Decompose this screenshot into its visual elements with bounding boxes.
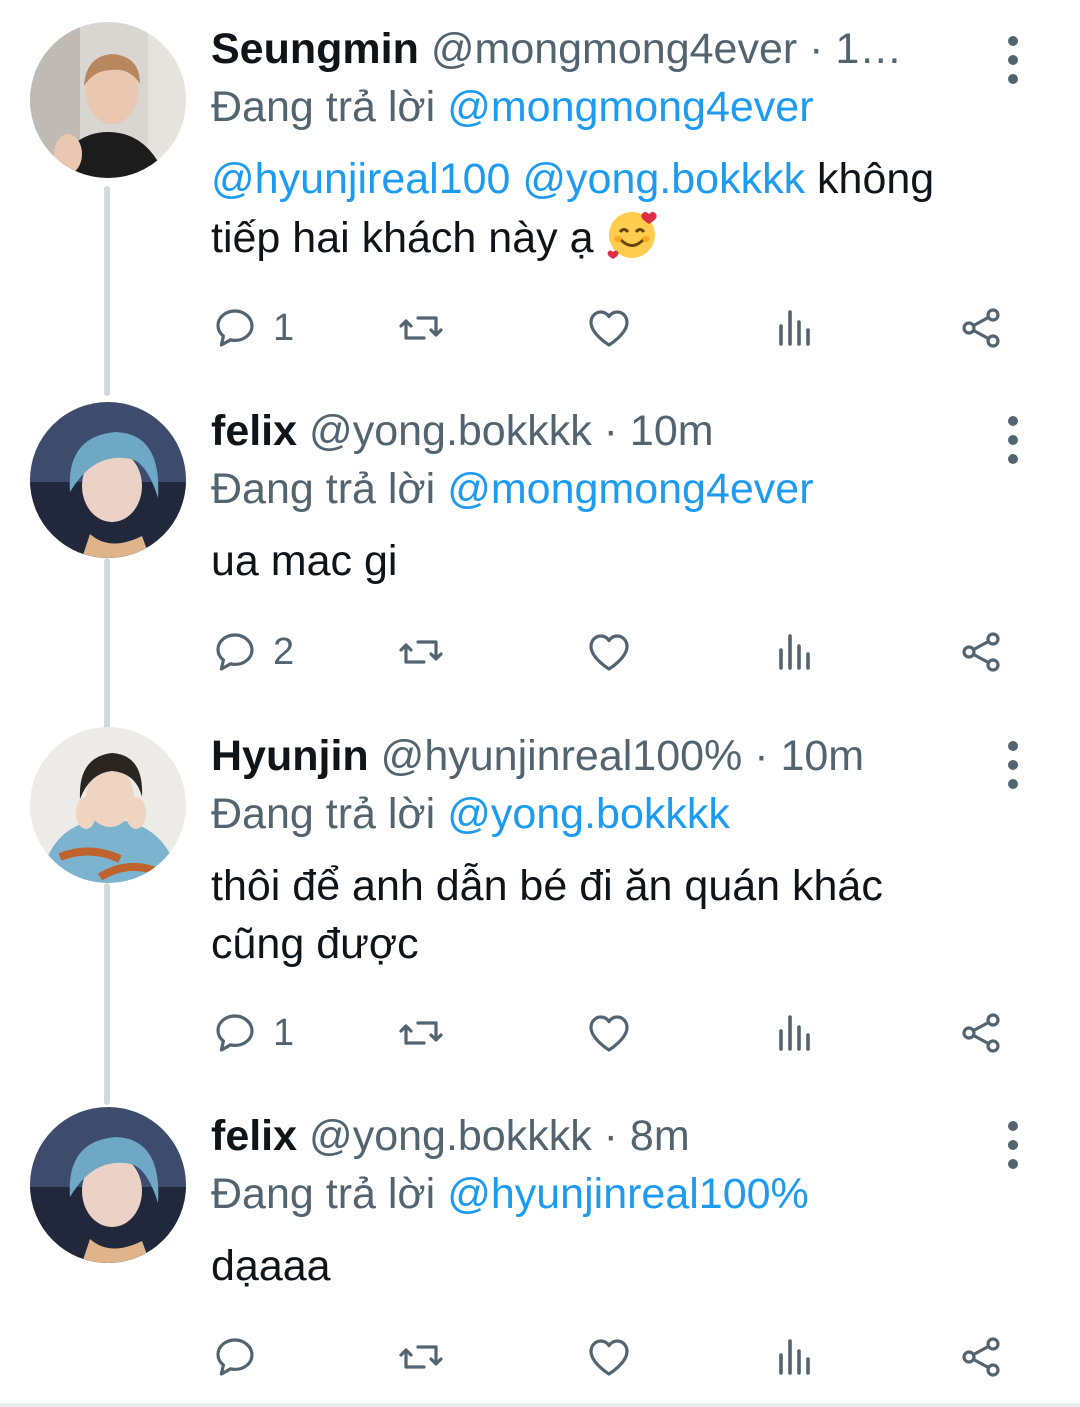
reply-count: 1 — [273, 1011, 295, 1054]
tweet-header: felix @yong.bokkkk · 8m — [211, 1107, 1010, 1165]
like-button[interactable] — [585, 628, 633, 676]
thread-line — [104, 883, 110, 1105]
tweet-content: felix @yong.bokkkk · 8m Đang trả lời @hy… — [211, 1107, 1010, 1295]
analytics-icon — [779, 634, 810, 670]
share-button[interactable] — [957, 628, 1005, 676]
share-icon — [962, 632, 1000, 672]
reply-button[interactable]: 1 — [211, 304, 294, 352]
display-name[interactable]: felix — [211, 407, 297, 456]
reply-to-mention[interactable]: @yong.bokkkk — [447, 790, 730, 839]
tweet-text: @hyunjireal100 @yong.bokkkk không tiếp h… — [211, 150, 1010, 267]
like-button[interactable] — [585, 304, 633, 352]
views-button[interactable] — [771, 1009, 819, 1057]
mention-link[interactable]: @hyunjireal100 — [211, 155, 510, 203]
analytics-icon — [779, 1339, 810, 1375]
reply-button[interactable] — [211, 1333, 259, 1381]
retweet-icon — [399, 1345, 443, 1369]
retweet-button[interactable] — [397, 304, 445, 352]
avatar[interactable] — [30, 22, 186, 178]
reply-prefix: Đang trả lời — [211, 789, 436, 838]
replying-to: Đang trả lời @yong.bokkkk — [211, 785, 1010, 843]
tweet-actions: 1 — [211, 1003, 1011, 1063]
tweet-text: ua mac gi — [211, 537, 398, 585]
heart-icon — [589, 310, 629, 347]
divider — [0, 1403, 1080, 1407]
retweet-button[interactable] — [397, 628, 445, 676]
display-name[interactable]: felix — [211, 1112, 297, 1161]
avatar[interactable] — [30, 1107, 186, 1263]
reply-prefix: Đang trả lời — [211, 82, 436, 131]
share-button[interactable] — [957, 304, 1005, 352]
tweet-content: Hyunjin @hyunjinreal100% · 10m Đang trả … — [211, 727, 1010, 973]
tweet-actions — [211, 1327, 1011, 1387]
views-button[interactable] — [771, 628, 819, 676]
handle-time: @yong.bokkkk · 8m — [309, 1111, 690, 1160]
share-icon — [962, 1013, 1000, 1053]
share-button[interactable] — [957, 1333, 1005, 1381]
reply-button[interactable]: 2 — [211, 628, 294, 676]
reply-icon — [216, 633, 254, 671]
reply-count: 1 — [273, 306, 295, 349]
retweet-icon — [399, 316, 443, 340]
tweet-1[interactable]: Seungmin @mongmong4ever · 1… Đang trả lờ… — [0, 0, 1080, 396]
analytics-icon — [779, 310, 810, 346]
share-icon — [962, 1337, 1000, 1377]
retweet-button[interactable] — [397, 1333, 445, 1381]
handle-time: @yong.bokkkk · 10m — [309, 406, 714, 455]
handle-time: @mongmong4ever · 1… — [430, 24, 903, 73]
reply-to-mention[interactable]: @hyunjinreal100% — [447, 1170, 809, 1219]
tweet-header: Hyunjin @hyunjinreal100% · 10m — [211, 727, 1010, 785]
share-icon — [962, 308, 1000, 348]
tweet-actions: 1 — [211, 298, 1011, 358]
reply-icon — [216, 309, 254, 347]
avatar-felix-image — [30, 1107, 186, 1263]
tweet-content: felix @yong.bokkkk · 10m Đang trả lời @m… — [211, 402, 1010, 590]
tweet-actions: 2 — [211, 622, 1011, 682]
tweet-text: thôi để anh dẫn bé đi ăn quán khác cũng … — [211, 862, 883, 968]
retweet-icon — [399, 640, 443, 664]
tweet-2[interactable]: felix @yong.bokkkk · 10m Đang trả lời @m… — [0, 380, 1080, 730]
share-button[interactable] — [957, 1009, 1005, 1057]
replying-to: Đang trả lời @mongmong4ever — [211, 460, 1010, 518]
tweet-header: felix @yong.bokkkk · 10m — [211, 402, 1010, 460]
tweet-content: Seungmin @mongmong4ever · 1… Đang trả lờ… — [211, 20, 1010, 267]
avatar[interactable] — [30, 402, 186, 558]
tweet-header: Seungmin @mongmong4ever · 1… — [211, 20, 1010, 78]
retweet-button[interactable] — [397, 1009, 445, 1057]
avatar-hyunjin-image — [30, 727, 186, 883]
analytics-icon — [779, 1015, 810, 1051]
tweet-text: dạaaa — [211, 1242, 331, 1290]
views-button[interactable] — [771, 304, 819, 352]
reply-prefix: Đang trả lời — [211, 464, 436, 513]
replying-to: Đang trả lời @mongmong4ever — [211, 78, 1010, 136]
retweet-icon — [399, 1021, 443, 1045]
reply-icon — [216, 1014, 254, 1052]
handle-time: @hyunjinreal100% · 10m — [380, 731, 865, 780]
views-button[interactable] — [771, 1333, 819, 1381]
reply-to-mention[interactable]: @mongmong4ever — [447, 83, 813, 132]
reply-prefix: Đang trả lời — [211, 1169, 436, 1218]
reply-button[interactable]: 1 — [211, 1009, 294, 1057]
thread-line — [104, 186, 110, 396]
avatar-felix-image — [30, 402, 186, 558]
tweet-4[interactable]: felix @yong.bokkkk · 8m Đang trả lời @hy… — [0, 1085, 1080, 1407]
replying-to: Đang trả lời @hyunjinreal100% — [211, 1165, 1010, 1223]
reply-thread: Seungmin @mongmong4ever · 1… Đang trả lờ… — [0, 0, 1080, 1407]
mention-link[interactable]: @yong.bokkkk — [522, 155, 805, 203]
reply-icon — [216, 1338, 254, 1376]
heart-icon — [589, 634, 629, 671]
heart-icon — [589, 1339, 629, 1376]
like-button[interactable] — [585, 1009, 633, 1057]
tweet-3[interactable]: Hyunjin @hyunjinreal100% · 10m Đang trả … — [0, 705, 1080, 1105]
display-name[interactable]: Hyunjin — [211, 732, 369, 781]
like-button[interactable] — [585, 1333, 633, 1381]
reply-count: 2 — [273, 630, 295, 673]
reply-to-mention[interactable]: @mongmong4ever — [447, 465, 813, 514]
avatar[interactable] — [30, 727, 186, 883]
display-name[interactable]: Seungmin — [211, 25, 419, 74]
smiling-face-with-hearts-icon — [608, 212, 658, 259]
avatar-seungmin-image — [30, 22, 186, 178]
heart-icon — [589, 1015, 629, 1052]
